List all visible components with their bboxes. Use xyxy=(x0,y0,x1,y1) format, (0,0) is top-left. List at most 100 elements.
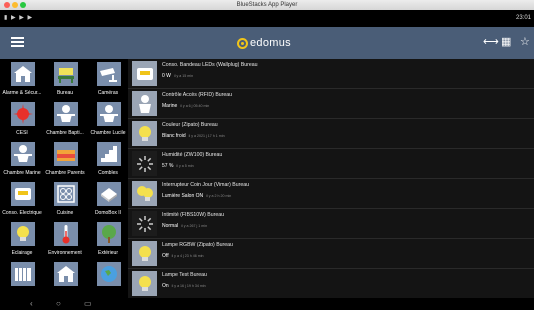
device-row[interactable]: Conso. Bandeau LEDs (Wallplug) Bureau 0 W… xyxy=(128,59,534,89)
room-label: Caméras xyxy=(97,90,119,96)
room-label: Eclairage xyxy=(11,250,33,256)
device-value: On xyxy=(162,283,169,289)
house-icon xyxy=(54,262,78,286)
device-row[interactable]: Humidité (ZW100) Bureau 57 % il y a 5 min xyxy=(128,149,534,179)
room-label: DomoBox II xyxy=(94,210,122,216)
app-bar: edomus ⟷ ▦ ☆ xyxy=(0,27,534,59)
device-last-update: il y a 6 j 05:40 min xyxy=(180,104,210,108)
device-last-update: il y a 2 h 20 min xyxy=(206,194,232,198)
room-tile[interactable]: Chambre Marine xyxy=(1,139,43,184)
hamburger-menu-icon[interactable] xyxy=(11,37,24,48)
device-value: Normal xyxy=(162,223,179,229)
bulb-icon xyxy=(132,241,157,266)
device-name: Contrôle Accès (RFID) Bureau xyxy=(162,92,233,98)
room-tile[interactable]: Combles xyxy=(87,139,129,184)
device-value: Blanc froid xyxy=(162,133,186,139)
room-tile[interactable]: Environnement xyxy=(44,219,86,264)
connection-icon[interactable]: ⟷ xyxy=(483,36,499,49)
device-name: Conso. Bandeau LEDs (Wallplug) Bureau xyxy=(162,62,258,68)
room-tile[interactable]: Eclairage xyxy=(1,219,43,264)
devices-list: Conso. Bandeau LEDs (Wallplug) Bureau 0 W… xyxy=(128,59,534,310)
device-row[interactable]: Contrôle Accès (RFID) Bureau Marine il y a… xyxy=(128,89,534,119)
room-label: Cuisine xyxy=(56,210,74,216)
device-value-line: Off il y a 4 j 23 h 46 min xyxy=(162,253,204,259)
device-row[interactable]: Lampe Test Bureau On il y a 16 j 19 h 34 m… xyxy=(128,269,534,299)
room-tile[interactable]: Cuisine xyxy=(44,179,86,224)
meter-icon xyxy=(132,61,157,86)
device-last-update: il y a 15 min xyxy=(173,74,194,78)
device-row[interactable]: Intimité (FIBS10W) Bureau Normal il y a 26… xyxy=(128,209,534,239)
bed-icon xyxy=(54,142,78,166)
logo-text: edomus xyxy=(250,37,291,49)
person-icon xyxy=(132,91,157,116)
notification-icons: ▮ ▶ ▶ ▶ xyxy=(4,15,34,21)
back-nav-icon[interactable]: ‹ xyxy=(30,299,33,309)
desk-icon xyxy=(54,62,78,86)
room-label: Alarme & Sécur... xyxy=(2,90,42,96)
device-last-update: il y a 4 j 23 h 46 min xyxy=(171,254,204,258)
room-label: Combles xyxy=(98,170,118,176)
window-title-bar: BlueStacks App Player xyxy=(0,0,534,10)
android-nav-bar: ‹ ○ ▭ xyxy=(0,298,534,310)
room-label: Environnement xyxy=(48,250,82,256)
favorite-star-icon[interactable]: ☆ xyxy=(520,36,530,49)
android-status-bar: ▮ ▶ ▶ ▶ 23:01 xyxy=(0,10,534,27)
device-row[interactable]: Interrupteur Coin Jour (Vimar) Bureau Lum… xyxy=(128,179,534,209)
device-value-line: Blanc froid il y a 2021 j 17 h 1 min xyxy=(162,133,225,139)
home-nav-icon[interactable]: ○ xyxy=(56,299,61,309)
bulb-icon xyxy=(132,271,157,296)
room-tile[interactable]: Bureau xyxy=(44,59,86,104)
room-tile[interactable]: Caméras xyxy=(87,59,129,104)
room-tile[interactable]: Chambre Lucile xyxy=(87,99,129,144)
logo-ring-icon xyxy=(237,37,248,49)
room-label: Chambre Bapti... xyxy=(46,130,84,136)
box-icon xyxy=(97,182,121,206)
house-icon xyxy=(11,62,35,86)
device-last-update: il y a 267 j 1 min xyxy=(181,224,208,228)
device-last-update: il y a 2021 j 17 h 1 min xyxy=(188,134,225,138)
room-label: Chambre Parents xyxy=(45,170,85,176)
bulb-pair-icon xyxy=(132,181,157,206)
room-tile[interactable]: Chambre Bapti... xyxy=(44,99,86,144)
tree-icon xyxy=(97,222,121,246)
room-label: Chambre Marine xyxy=(3,170,41,176)
device-name: Interrupteur Coin Jour (Vimar) Bureau xyxy=(162,182,249,188)
view-toggle-icon[interactable]: ▦ xyxy=(501,36,511,49)
baby-icon xyxy=(54,102,78,126)
star-burst-icon xyxy=(11,102,35,126)
recents-nav-icon[interactable]: ▭ xyxy=(84,299,92,309)
room-label: Extérieur xyxy=(97,250,118,256)
stove-icon xyxy=(54,182,78,206)
device-value-line: Normal il y a 267 j 1 min xyxy=(162,223,207,229)
device-value: Off xyxy=(162,253,169,259)
device-row[interactable]: Couleur (Zipato) Bureau Blanc froid il y a… xyxy=(128,119,534,149)
app-logo: edomus xyxy=(237,35,291,51)
room-tile[interactable]: DomoBox II xyxy=(87,179,129,224)
room-tile[interactable]: Alarme & Sécur... xyxy=(1,59,43,104)
room-tile[interactable]: CESI xyxy=(1,99,43,144)
device-name: Intimité (FIBS10W) Bureau xyxy=(162,212,224,218)
device-value-line: Lumière Salon ON il y a 2 h 20 min xyxy=(162,193,231,199)
loading-icon xyxy=(132,151,157,176)
loading-icon xyxy=(132,211,157,236)
radiator-icon xyxy=(11,262,35,286)
device-name: Lampe Test Bureau xyxy=(162,272,207,278)
device-row[interactable]: Lampe RGBW (Zipato) Bureau Off il y a 4 j … xyxy=(128,239,534,269)
device-last-update: il y a 5 min xyxy=(176,164,194,168)
baby-icon xyxy=(97,102,121,126)
room-label: Bureau xyxy=(56,90,74,96)
bulb-icon xyxy=(132,121,157,146)
globe-icon xyxy=(97,262,121,286)
device-value-line: 57 % il y a 5 min xyxy=(162,163,194,169)
device-value: 57 % xyxy=(162,163,174,169)
room-tile[interactable]: Chambre Parents xyxy=(44,139,86,184)
bulb-icon xyxy=(11,222,35,246)
room-label: CESI xyxy=(16,130,28,136)
room-tile[interactable]: Extérieur xyxy=(87,219,129,264)
room-label: Chambre Lucile xyxy=(90,130,126,136)
stairs-icon xyxy=(97,142,121,166)
room-tile[interactable]: Conso. Electrique xyxy=(1,179,43,224)
device-last-update: il y a 16 j 19 h 34 min xyxy=(171,284,206,288)
device-name: Couleur (Zipato) Bureau xyxy=(162,122,218,128)
device-name: Humidité (ZW100) Bureau xyxy=(162,152,223,158)
